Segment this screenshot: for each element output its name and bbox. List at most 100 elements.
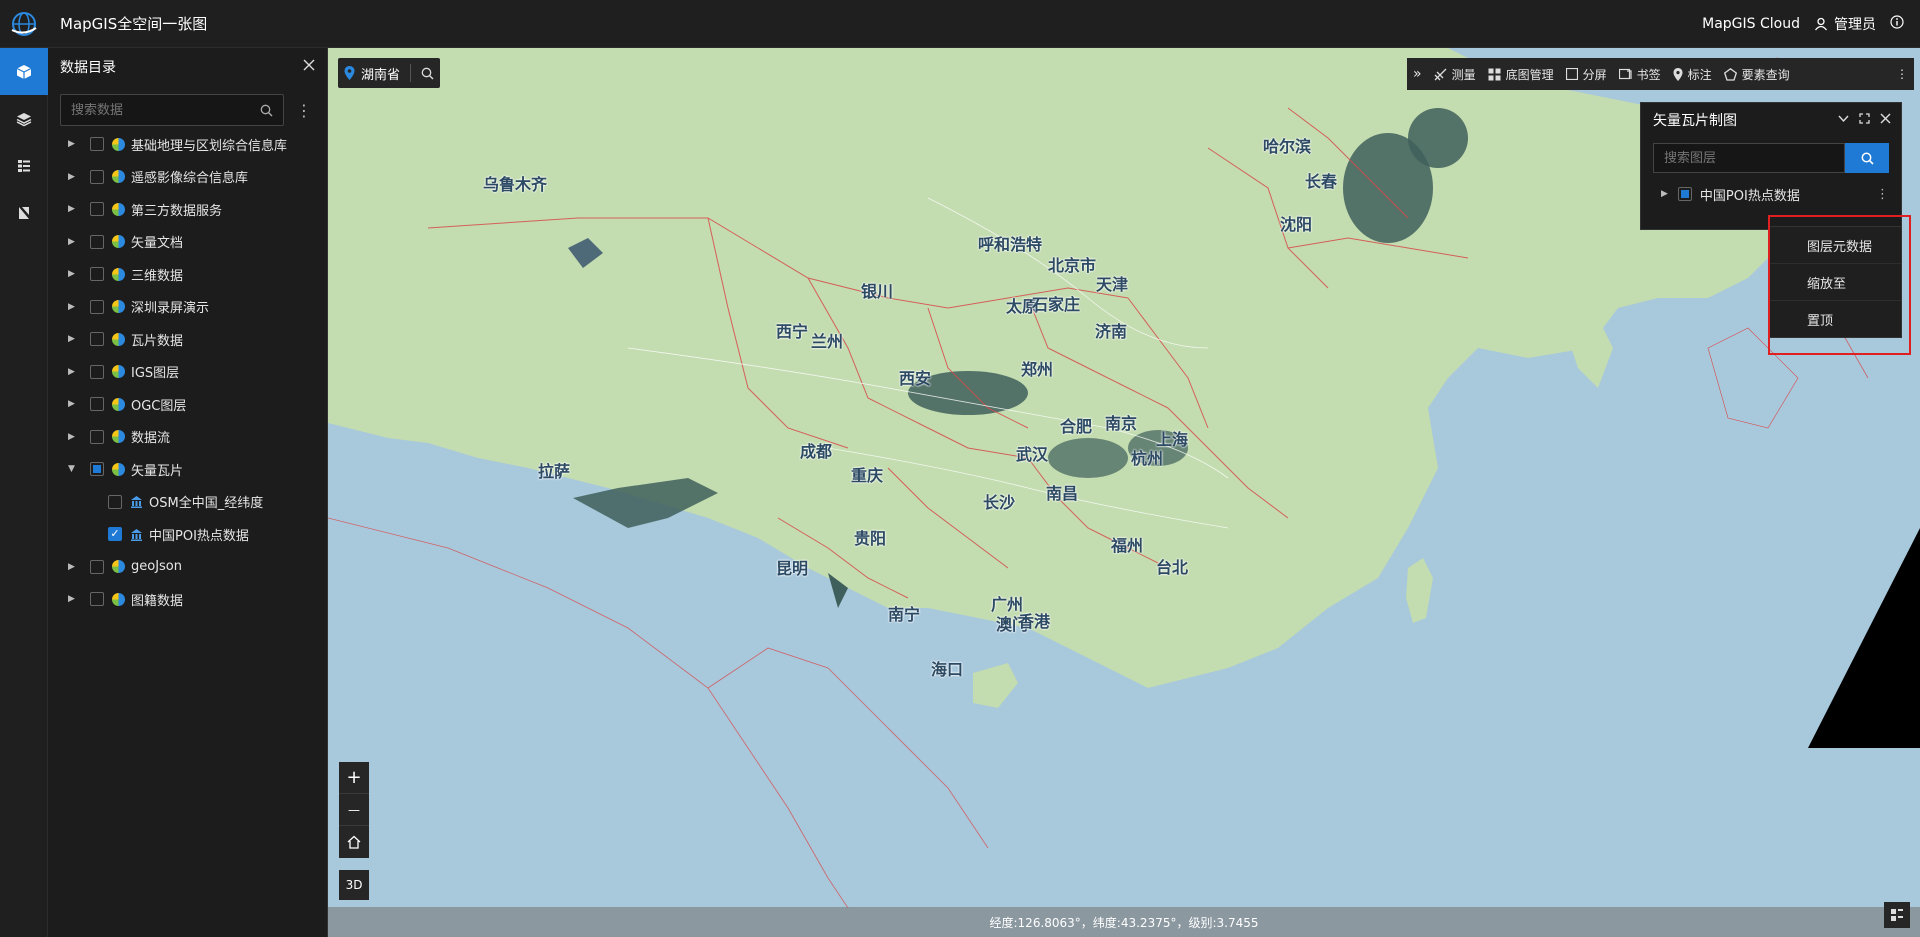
catalog-item[interactable]: ▶ IGS图层 <box>48 356 327 389</box>
split-screen-button[interactable]: 分屏 <box>1565 66 1607 83</box>
item-checkbox[interactable] <box>90 299 104 314</box>
chevron-down-icon[interactable] <box>1838 113 1849 127</box>
city-label: 西宁 <box>776 322 809 341</box>
measure-button[interactable]: 测量 <box>1434 66 1476 83</box>
home-button[interactable] <box>339 826 369 858</box>
region-label[interactable]: 湖南省 <box>361 64 400 83</box>
item-checkbox[interactable] <box>90 592 104 607</box>
layer-checkbox[interactable] <box>1677 187 1692 201</box>
zoom-out-button[interactable]: — <box>339 794 369 826</box>
app-logo-icon[interactable] <box>0 0 48 48</box>
item-checkbox[interactable] <box>90 462 104 477</box>
catalog-item[interactable]: ▶ 第三方数据服务 <box>48 193 327 226</box>
catalog-item-label: 深圳录屏演示 <box>131 301 210 317</box>
item-checkbox[interactable] <box>90 559 104 574</box>
collapse-toolbar-icon[interactable]: » <box>1413 66 1422 82</box>
layer-search-button[interactable] <box>1845 143 1889 173</box>
info-icon[interactable] <box>1890 15 1904 33</box>
caret-right-icon[interactable]: ▶ <box>68 367 82 377</box>
item-checkbox[interactable] <box>90 202 104 217</box>
data-catalog-tab[interactable] <box>0 48 48 95</box>
user-menu[interactable]: 管理员 <box>1814 14 1876 34</box>
item-checkbox[interactable] <box>90 267 104 282</box>
catalog-item[interactable]: ▶ 基础地理与区划综合信息库 <box>48 128 327 161</box>
service-globe-icon <box>112 397 125 411</box>
city-label: 武汉 <box>1016 445 1049 464</box>
service-globe-icon <box>112 137 125 151</box>
layer-search-input[interactable] <box>1653 143 1846 173</box>
close-icon[interactable] <box>303 59 315 75</box>
grid-list-icon <box>1891 909 1903 921</box>
catalog-item[interactable]: ▶ 数据流 <box>48 421 327 454</box>
catalog-item[interactable]: ▶ 图籍数据 <box>48 583 327 616</box>
search-icon[interactable] <box>260 104 273 117</box>
caret-right-icon[interactable]: ▶ <box>68 334 82 344</box>
3d-mode-button[interactable]: 3D <box>339 870 369 900</box>
catalog-item[interactable]: ▶ 矢量文档 <box>48 226 327 259</box>
catalog-item[interactable]: ▶ 遥感影像综合信息库 <box>48 161 327 194</box>
catalog-item[interactable]: ▶ 深圳录屏演示 <box>48 291 327 324</box>
catalog-item-label: OGC图层 <box>131 398 187 414</box>
caret-right-icon[interactable]: ▶ <box>68 269 82 279</box>
caret-right-icon[interactable]: ▶ <box>68 399 82 409</box>
caret-right-icon[interactable]: ▶ <box>68 562 82 572</box>
catalog-item[interactable]: 中国POI热点数据 <box>48 518 327 551</box>
legend-tab[interactable] <box>0 142 48 189</box>
zoom-in-button[interactable]: + <box>339 762 369 794</box>
caret-right-icon[interactable]: ▶ <box>68 172 82 182</box>
item-checkbox[interactable] <box>90 364 104 379</box>
close-icon[interactable] <box>1880 113 1891 127</box>
item-checkbox[interactable] <box>90 234 104 249</box>
caret-right-icon[interactable]: ▶ <box>68 139 82 149</box>
kit-tab[interactable] <box>0 189 48 236</box>
caret-right-icon[interactable]: ▶ <box>68 302 82 312</box>
cloud-label[interactable]: MapGIS Cloud <box>1702 16 1800 32</box>
caret-down-icon[interactable]: ▼ <box>68 464 82 474</box>
pentagon-icon <box>1723 67 1737 81</box>
search-icon[interactable] <box>421 67 434 80</box>
item-checkbox[interactable] <box>108 527 122 542</box>
caret-right-icon[interactable]: ▶ <box>68 432 82 442</box>
square-icon <box>1565 68 1578 80</box>
item-checkbox[interactable] <box>90 397 104 412</box>
city-label: 福州 <box>1111 536 1144 555</box>
service-globe-icon <box>112 267 125 281</box>
layer-row[interactable]: ▶ 中国POI热点数据 ⋮ <box>1641 183 1901 205</box>
catalog-item[interactable]: ▶ OGC图层 <box>48 388 327 421</box>
bookmark-button[interactable]: 书签 <box>1618 66 1661 83</box>
catalog-item-label: 基础地理与区划综合信息库 <box>131 138 288 154</box>
item-checkbox[interactable] <box>90 332 104 347</box>
catalog-item[interactable]: ▶ 瓦片数据 <box>48 323 327 356</box>
map-toolbar: » 测量 底图管理 分屏 书签 标注 要素查询 ⋮ <box>1407 58 1914 90</box>
item-checkbox[interactable] <box>90 429 104 444</box>
feature-query-button[interactable]: 要素查询 <box>1723 66 1790 83</box>
caret-right-icon[interactable]: ▶ <box>68 237 82 247</box>
basemap-button[interactable]: 底图管理 <box>1488 66 1554 83</box>
catalog-item[interactable]: ▼ 矢量瓦片 <box>48 453 327 486</box>
catalog-search-box[interactable] <box>60 94 284 126</box>
catalog-item[interactable]: ▶ 三维数据 <box>48 258 327 291</box>
caret-right-icon[interactable]: ▶ <box>68 204 82 214</box>
service-globe-icon <box>112 300 125 314</box>
location-selector[interactable]: 湖南省 <box>338 58 441 88</box>
item-checkbox[interactable] <box>90 169 104 184</box>
city-label: 杭州 <box>1131 449 1164 468</box>
layer-more-icon[interactable]: ⋮ <box>1876 187 1889 202</box>
catalog-item-label: 数据流 <box>131 431 171 447</box>
item-checkbox[interactable] <box>90 137 104 152</box>
toolbar-more-icon[interactable]: ⋮ <box>1896 67 1908 81</box>
mark-button[interactable]: 标注 <box>1673 66 1712 83</box>
layout-toggle-button[interactable] <box>1884 902 1910 928</box>
caret-right-icon[interactable]: ▶ <box>1661 189 1668 199</box>
layers-tab[interactable] <box>0 95 48 142</box>
catalog-item[interactable]: OSM全中国_经纬度 <box>48 486 327 519</box>
app-title: MapGIS全空间一张图 <box>60 15 208 33</box>
catalog-search-input[interactable] <box>71 102 251 118</box>
vector-panel-title: 矢量瓦片制图 <box>1653 113 1737 129</box>
expand-icon[interactable] <box>1859 113 1870 127</box>
caret-right-icon[interactable]: ▶ <box>68 594 82 604</box>
more-options-icon[interactable]: ⋮ <box>296 101 312 120</box>
ruler-icon <box>1434 68 1447 80</box>
item-checkbox[interactable] <box>108 494 122 509</box>
catalog-item[interactable]: ▶ geoJson <box>48 551 327 584</box>
